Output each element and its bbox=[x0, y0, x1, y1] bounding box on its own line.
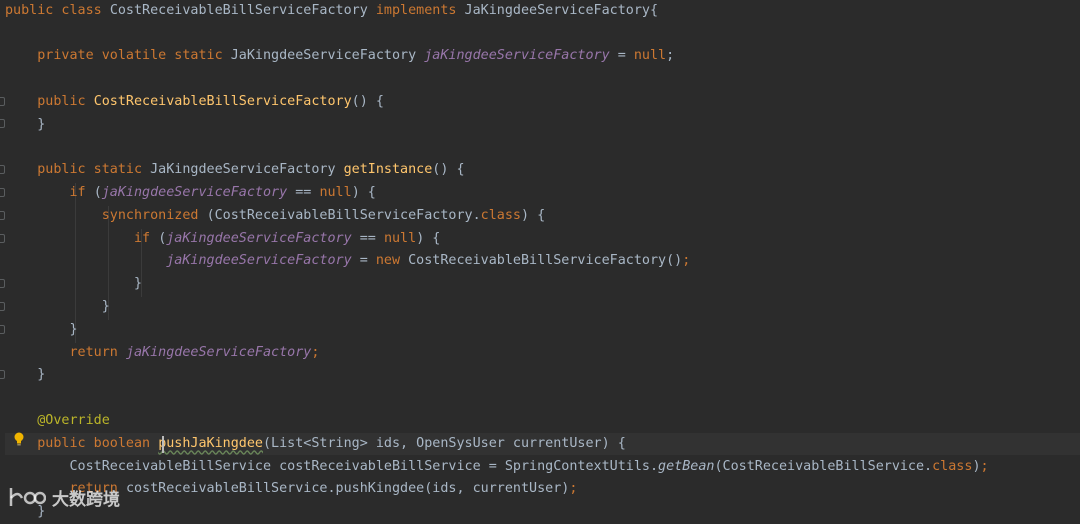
code-line[interactable]: CostReceivableBillService costReceivable… bbox=[5, 456, 1080, 479]
code-token: CostReceivableBillServiceFactory bbox=[109, 2, 376, 18]
code-token: pushJaKingdee bbox=[158, 435, 263, 451]
code-line[interactable]: if (jaKingdeeServiceFactory == null) { bbox=[5, 182, 1080, 205]
watermark-logo-icon bbox=[9, 488, 46, 506]
code-token: @Override bbox=[37, 412, 110, 428]
code-token: ; bbox=[311, 344, 320, 360]
watermark: 大数跨境 bbox=[8, 482, 120, 512]
code-token: return bbox=[69, 344, 126, 360]
code-line[interactable] bbox=[5, 387, 1080, 410]
code-token: public boolean bbox=[37, 435, 159, 451]
code-line[interactable]: } bbox=[5, 319, 1080, 342]
code-token: == bbox=[287, 184, 320, 200]
code-token: getInstance bbox=[343, 162, 433, 178]
code-token: (CostReceivableBillServiceFactory. bbox=[206, 207, 481, 223]
code-token: public class bbox=[5, 2, 110, 18]
code-token: CostReceivableBillService costReceivable… bbox=[5, 458, 659, 474]
code-token: jaKingdeeServiceFactory bbox=[125, 344, 312, 360]
code-line[interactable]: public boolean pushJaKingdee(List<String… bbox=[5, 432, 1080, 456]
code-token: } bbox=[5, 116, 46, 132]
code-line[interactable]: jaKingdeeServiceFactory = new CostReceiv… bbox=[5, 250, 1080, 273]
code-line[interactable]: if (jaKingdeeServiceFactory == null) { bbox=[5, 228, 1080, 251]
code-token: public static bbox=[37, 162, 151, 178]
code-token: } bbox=[5, 321, 78, 337]
code-token: CostReceivableBillServiceFactory bbox=[93, 93, 352, 109]
code-token: jaKingdeeServiceFactory bbox=[101, 184, 288, 200]
code-line[interactable]: } bbox=[5, 273, 1080, 296]
code-token: jaKingdeeServiceFactory bbox=[424, 48, 610, 64]
code-token: implements bbox=[375, 2, 465, 18]
code-token: null bbox=[319, 184, 352, 200]
code-line[interactable] bbox=[5, 22, 1080, 45]
code-token: CostReceivableBillServiceFactory() bbox=[408, 253, 683, 269]
code-token: ) { bbox=[416, 230, 441, 246]
code-token: = bbox=[609, 48, 634, 64]
code-line[interactable] bbox=[5, 68, 1080, 91]
watermark-text: 大数跨境 bbox=[52, 489, 120, 510]
code-token: JaKingdeeServiceFactory bbox=[150, 162, 344, 178]
code-token: ) { bbox=[520, 207, 546, 223]
code-token: null bbox=[633, 48, 667, 64]
code-editor[interactable]: public class CostReceivableBillServiceFa… bbox=[5, 0, 1080, 519]
lightbulb-icon[interactable] bbox=[13, 432, 25, 446]
code-line[interactable]: synchronized (CostReceivableBillServiceF… bbox=[5, 205, 1080, 228]
code-token: (List<String> ids, OpenSysUser currentUs… bbox=[263, 435, 626, 451]
code-line[interactable]: } bbox=[5, 501, 1080, 524]
code-token: synchronized bbox=[101, 207, 207, 223]
code-line[interactable]: @Override bbox=[5, 410, 1080, 433]
code-line[interactable]: return jaKingdeeServiceFactory; bbox=[5, 342, 1080, 365]
code-token: ( bbox=[93, 184, 102, 200]
code-token: = bbox=[351, 253, 376, 269]
code-token: ; bbox=[569, 481, 578, 497]
code-line[interactable]: } bbox=[5, 114, 1080, 137]
code-token: public bbox=[37, 93, 94, 109]
code-token: null bbox=[383, 230, 417, 246]
code-line[interactable]: return costReceivableBillService.pushKin… bbox=[5, 478, 1080, 501]
code-token: JaKingdeeServiceFactory{ bbox=[464, 2, 659, 18]
code-token: class bbox=[480, 207, 521, 223]
code-token: ; bbox=[980, 458, 989, 474]
code-token: JaKingdeeServiceFactory bbox=[230, 48, 425, 64]
text-caret bbox=[162, 435, 164, 453]
code-line[interactable]: } bbox=[5, 364, 1080, 387]
code-token: == bbox=[351, 230, 384, 246]
code-token: jaKingdeeServiceFactory bbox=[166, 253, 352, 269]
code-token: } bbox=[5, 367, 46, 383]
code-token: if bbox=[134, 230, 159, 246]
code-token: private volatile static bbox=[37, 48, 231, 64]
code-line[interactable]: public class CostReceivableBillServiceFa… bbox=[5, 0, 1080, 22]
code-token: if bbox=[69, 184, 94, 200]
code-token: () { bbox=[351, 93, 384, 109]
code-token: ; bbox=[682, 253, 691, 269]
code-token: } bbox=[5, 298, 110, 314]
code-token: getBean bbox=[658, 458, 715, 474]
code-token: new bbox=[375, 253, 409, 269]
code-token: ) { bbox=[351, 184, 376, 200]
code-line[interactable]: public CostReceivableBillServiceFactory(… bbox=[5, 91, 1080, 114]
code-token: costReceivableBillService.pushKingdee(id… bbox=[125, 481, 570, 497]
code-line[interactable]: } bbox=[5, 296, 1080, 319]
code-token: ; bbox=[666, 48, 675, 64]
code-token: } bbox=[5, 276, 143, 292]
code-line[interactable]: public static JaKingdeeServiceFactory ge… bbox=[5, 159, 1080, 182]
code-token: ) bbox=[972, 458, 981, 474]
code-line[interactable]: private volatile static JaKingdeeService… bbox=[5, 45, 1080, 68]
code-token: (CostReceivableBillService. bbox=[714, 458, 933, 474]
code-line[interactable] bbox=[5, 136, 1080, 159]
code-token: () { bbox=[432, 162, 465, 178]
code-token: class bbox=[932, 458, 973, 474]
code-token: jaKingdeeServiceFactory bbox=[166, 230, 352, 246]
